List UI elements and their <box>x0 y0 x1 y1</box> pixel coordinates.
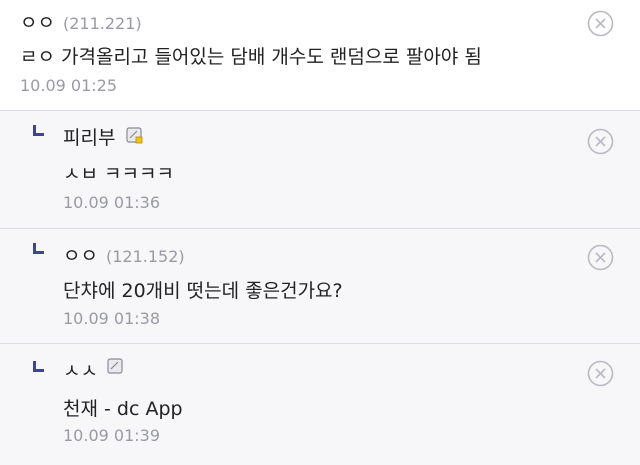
comment-text: 단챠에 20개비 떳는데 좋은건가요? <box>63 280 343 302</box>
comment-text: ㄹㅇ 가격올리고 들어있는 담배 개수도 랜덤으로 팔아야 됨 <box>20 46 482 68</box>
gallog-icon[interactable] <box>107 358 124 375</box>
comment-item: ㅇㅇ (211.221) ㄹㅇ 가격올리고 들어있는 담배 개수도 랜덤으로 팔아… <box>0 0 640 111</box>
comment-author[interactable]: ㅇㅇ (211.221) <box>20 8 142 35</box>
reply-arrow-icon <box>33 361 44 372</box>
comment-author[interactable]: 피리부 <box>63 123 115 150</box>
author-nick: ㅇㅇ <box>20 12 55 34</box>
delete-icon[interactable] <box>587 10 614 37</box>
delete-icon[interactable] <box>587 244 614 271</box>
reply-item: ㅅㅅ 천재 - dc App 10.09 01:39 <box>0 344 640 465</box>
comment-date: 10.09 01:25 <box>20 76 117 95</box>
comment-date: 10.09 01:36 <box>63 193 160 212</box>
comment-date: 10.09 01:39 <box>63 426 160 445</box>
comment-author[interactable]: ㅇㅇ (121.152) <box>63 241 185 268</box>
author-nick: ㅇㅇ <box>63 245 98 267</box>
comment-text: ㅅㅂ ㅋㅋㅋㅋ <box>63 163 174 185</box>
author-nick: ㅅㅅ <box>63 360 98 382</box>
reply-arrow-icon <box>33 125 44 136</box>
reply-item: ㅇㅇ (121.152) 단챠에 20개비 떳는데 좋은건가요? 10.09 01… <box>0 229 640 344</box>
delete-icon[interactable] <box>587 128 614 155</box>
comment-author[interactable]: ㅅㅅ <box>63 356 98 383</box>
comment-date: 10.09 01:38 <box>63 309 160 328</box>
author-ip: (121.152) <box>105 247 185 266</box>
gallog-icon[interactable] <box>126 127 143 144</box>
reply-item: 피리부 ㅅㅂ ㅋㅋㅋㅋ 10.09 01:36 <box>0 111 640 229</box>
comment-text: 천재 - dc App <box>63 398 183 420</box>
reply-arrow-icon <box>33 243 44 254</box>
delete-icon[interactable] <box>587 360 614 387</box>
author-ip: (211.221) <box>62 14 142 33</box>
author-nick: 피리부 <box>63 127 116 149</box>
